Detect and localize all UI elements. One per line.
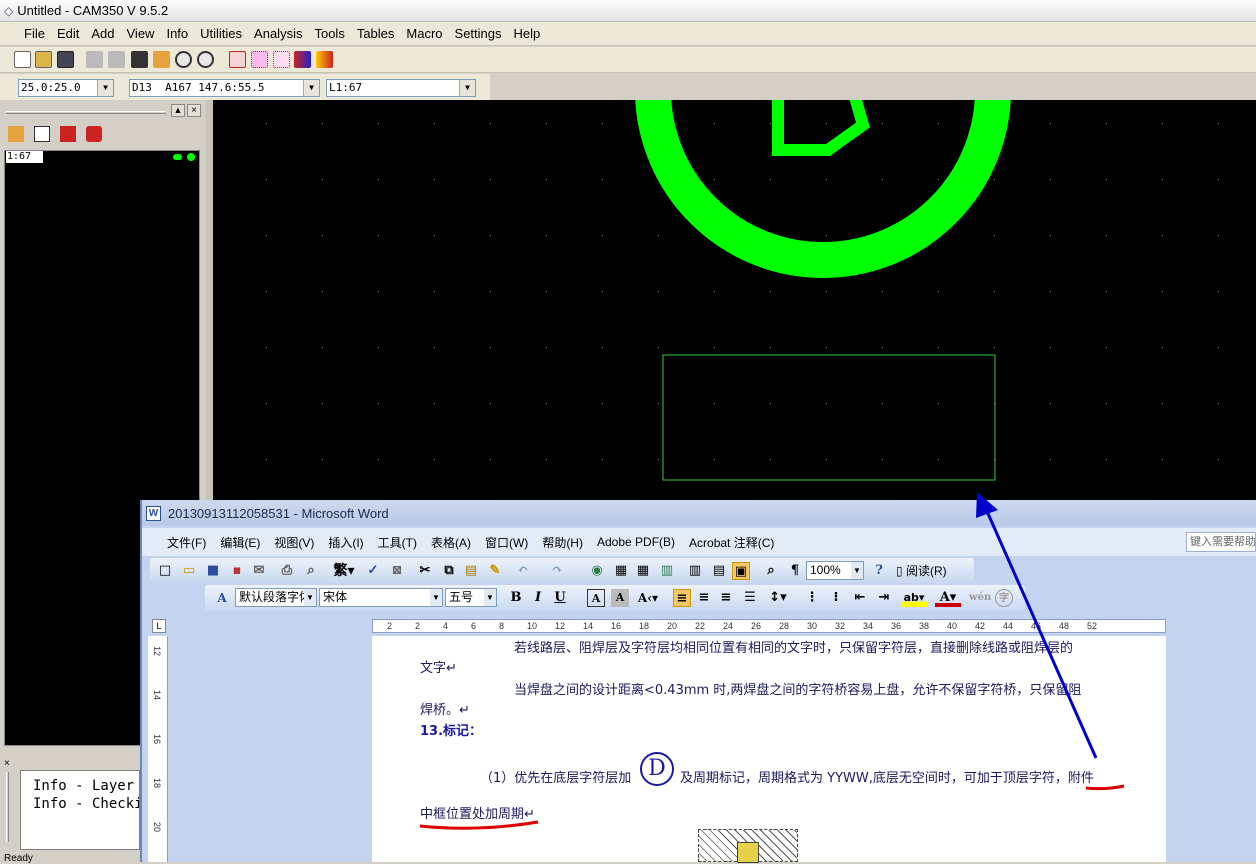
red-underline-2 — [419, 820, 539, 830]
annotation-overlay — [419, 492, 1125, 830]
red-underline-1 — [1085, 784, 1125, 791]
blue-arrow-line — [980, 499, 1098, 759]
